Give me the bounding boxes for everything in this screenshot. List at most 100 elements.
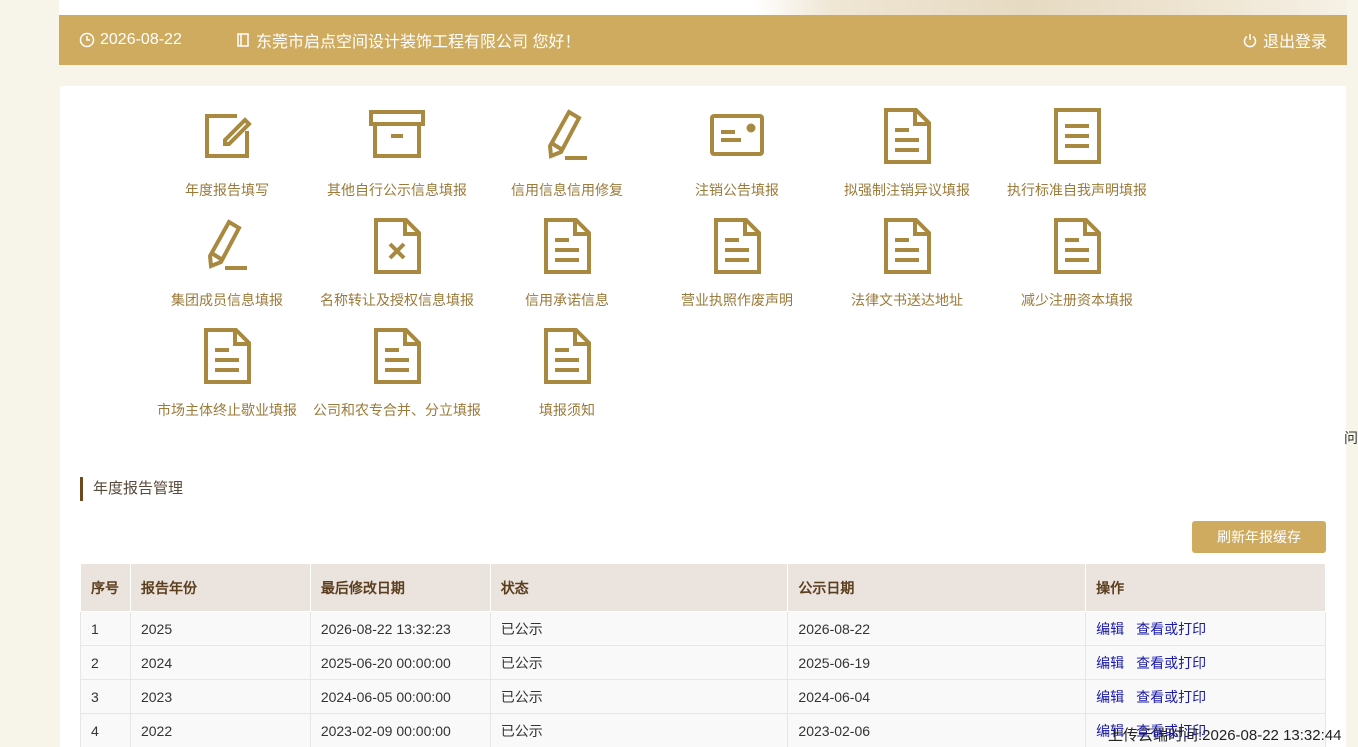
tile-market-termination[interactable]: 市场主体终止歇业填报	[142, 326, 312, 420]
tile-label: 执行标准自我声明填报	[1007, 182, 1147, 198]
header-company: 东莞市启点空间设计装饰工程有限公司 您好！	[235, 28, 580, 52]
section-title: 年度报告管理	[80, 477, 183, 501]
cell-year: 2022	[129, 713, 311, 747]
tile-merger-split[interactable]: 公司和农专合并、分立填报	[312, 326, 482, 420]
tile-standard-declaration[interactable]: 执行标准自我声明填报	[992, 106, 1162, 200]
document-icon	[197, 326, 257, 386]
col-header-year: 报告年份	[129, 563, 311, 612]
side-help-text[interactable]: 问	[1344, 428, 1358, 448]
view-print-link[interactable]: 查看或打印	[1136, 655, 1206, 671]
cell-year: 2023	[129, 679, 311, 714]
document-icon	[707, 216, 767, 276]
annual-report-table: 序号 报告年份 最后修改日期 状态 公示日期 操作 1 2025 2026-08…	[80, 563, 1326, 747]
cell-no: 4	[80, 713, 131, 747]
cell-status: 已公示	[489, 713, 789, 747]
cell-no: 1	[80, 611, 131, 646]
cell-actions: 编辑 查看或打印	[1085, 679, 1326, 714]
cell-actions: 编辑 查看或打印	[1085, 611, 1326, 646]
tile-group-member[interactable]: 集团成员信息填报	[142, 216, 312, 310]
header-company-text: 东莞市启点空间设计装饰工程有限公司 您好！	[256, 34, 581, 51]
tile-label: 减少注册资本填报	[1021, 292, 1133, 308]
archive-icon	[367, 106, 427, 166]
tile-label: 填报须知	[539, 402, 595, 418]
cell-status: 已公示	[489, 679, 789, 714]
col-header-publish: 公示日期	[787, 563, 1087, 612]
document-icon	[877, 106, 937, 166]
tile-label: 拟强制注销异议填报	[844, 182, 970, 198]
cell-modified: 2024-06-05 00:00:00	[309, 679, 491, 714]
cell-year: 2025	[129, 611, 311, 646]
col-header-actions: 操作	[1085, 563, 1326, 612]
document-icon	[1047, 106, 1107, 166]
tile-filing-notice[interactable]: 填报须知	[482, 326, 652, 420]
cell-publish: 2023-02-06	[787, 713, 1087, 747]
col-header-status: 状态	[489, 563, 789, 612]
tile-label: 市场主体终止歇业填报	[157, 402, 297, 418]
cell-publish: 2026-08-22	[787, 611, 1087, 646]
tile-name-transfer[interactable]: 名称转让及授权信息填报	[312, 216, 482, 310]
pencil-icon	[537, 106, 597, 166]
document-x-icon	[367, 216, 427, 276]
tile-label: 公司和农专合并、分立填报	[313, 402, 481, 418]
header-date-text: 2026-08-22	[100, 31, 182, 48]
document-icon	[1047, 216, 1107, 276]
card-icon	[707, 106, 767, 166]
tile-label: 集团成员信息填报	[171, 292, 283, 308]
tile-label: 信用信息信用修复	[511, 182, 623, 198]
col-header-modified: 最后修改日期	[309, 563, 491, 612]
cell-no: 3	[80, 679, 131, 714]
cell-publish: 2024-06-04	[787, 679, 1087, 714]
document-icon	[537, 326, 597, 386]
logout-button[interactable]: 退出登录	[1242, 28, 1327, 52]
tile-other-public-info[interactable]: 其他自行公示信息填报	[312, 106, 482, 200]
edit-link[interactable]: 编辑	[1096, 655, 1124, 671]
view-print-link[interactable]: 查看或打印	[1136, 621, 1206, 637]
tile-label: 信用承诺信息	[525, 292, 609, 308]
logout-label: 退出登录	[1262, 34, 1327, 51]
upload-time-overlay: 上传云端时间:2026-08-22 13:32:44	[1108, 727, 1342, 744]
cell-status: 已公示	[489, 611, 789, 646]
tile-credit-repair[interactable]: 信用信息信用修复	[482, 106, 652, 200]
tile-label: 名称转让及授权信息填报	[320, 292, 474, 308]
tile-label: 营业执照作废声明	[681, 292, 793, 308]
cell-modified: 2026-08-22 13:32:23	[309, 611, 491, 646]
cell-actions: 编辑 查看或打印	[1085, 645, 1326, 680]
table-row: 1 2025 2026-08-22 13:32:23 已公示 2026-08-2…	[80, 611, 1326, 646]
table-row: 3 2023 2024-06-05 00:00:00 已公示 2024-06-0…	[80, 679, 1326, 714]
tile-legal-address[interactable]: 法律文书送达地址	[822, 216, 992, 310]
cell-modified: 2025-06-20 00:00:00	[309, 645, 491, 680]
view-print-link[interactable]: 查看或打印	[1136, 689, 1206, 705]
tile-forced-cancel-objection[interactable]: 拟强制注销异议填报	[822, 106, 992, 200]
cell-publish: 2025-06-19	[787, 645, 1087, 680]
tile-license-void[interactable]: 营业执照作废声明	[652, 216, 822, 310]
cell-modified: 2023-02-09 00:00:00	[309, 713, 491, 747]
header-date: 2026-08-22	[79, 31, 182, 49]
refresh-cache-button[interactable]: 刷新年报缓存	[1192, 521, 1326, 553]
header-bar: 2026-08-22 东莞市启点空间设计装饰工程有限公司 您好！ 退出登录	[59, 15, 1347, 65]
cell-year: 2024	[129, 645, 311, 680]
tile-capital-reduction[interactable]: 减少注册资本填报	[992, 216, 1162, 310]
top-banner-strip	[59, 0, 1347, 15]
cell-no: 2	[80, 645, 131, 680]
tile-cancellation-notice[interactable]: 注销公告填报	[652, 106, 822, 200]
tile-label: 法律文书送达地址	[851, 292, 963, 308]
tile-label: 年度报告填写	[185, 182, 269, 198]
tile-annual-report[interactable]: 年度报告填写	[142, 106, 312, 200]
document-icon	[877, 216, 937, 276]
tile-credit-commitment[interactable]: 信用承诺信息	[482, 216, 652, 310]
pencil-icon	[197, 216, 257, 276]
tile-label: 注销公告填报	[695, 182, 779, 198]
tile-label: 其他自行公示信息填报	[327, 182, 467, 198]
power-icon	[1242, 32, 1258, 48]
document-icon	[367, 326, 427, 386]
clock-icon	[79, 32, 95, 48]
document-icon	[537, 216, 597, 276]
table-row: 2 2024 2025-06-20 00:00:00 已公示 2025-06-1…	[80, 645, 1326, 680]
edit-link[interactable]: 编辑	[1096, 689, 1124, 705]
book-icon	[235, 32, 251, 48]
col-header-no: 序号	[80, 563, 131, 612]
edit-link[interactable]: 编辑	[1096, 621, 1124, 637]
edit-icon	[197, 106, 257, 166]
cell-status: 已公示	[489, 645, 789, 680]
table-header-row: 序号 报告年份 最后修改日期 状态 公示日期 操作	[80, 563, 1326, 612]
